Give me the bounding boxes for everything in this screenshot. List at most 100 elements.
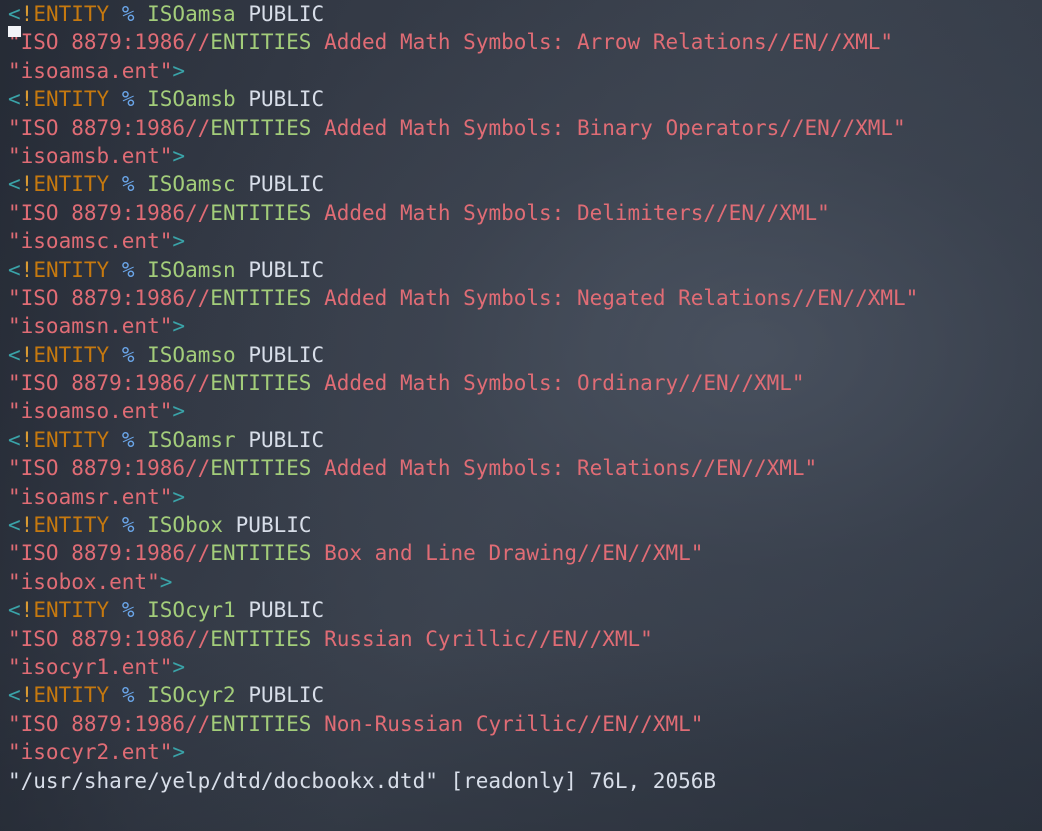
- system-identifier-line: "isobox.ent">: [8, 568, 1042, 596]
- entity-keyword-token: ENTITY: [33, 257, 110, 282]
- bang-token: !: [20, 2, 34, 26]
- percent-token: %: [121, 598, 135, 623]
- entity-name-token: ISOamsb: [147, 87, 236, 112]
- public-id-prefix: "ISO 8879:1986//: [8, 115, 211, 140]
- public-id-suffix: Added Math Symbols: Negated Relations//E…: [311, 285, 919, 310]
- system-id-token: "isoamso.ent": [8, 399, 173, 424]
- public-identifier-line: "ISO 8879:1986//ENTITIES Added Math Symb…: [8, 284, 1042, 312]
- public-identifier-line: "ISO 8879:1986//ENTITIES Non-Russian Cyr…: [8, 710, 1042, 738]
- public-identifier-line: "ISO 8879:1986//ENTITIES Russian Cyrilli…: [8, 625, 1042, 653]
- open-angle-token: <: [8, 172, 21, 197]
- status-line: "/usr/share/yelp/dtd/docbookx.dtd" [read…: [8, 767, 1042, 795]
- close-angle-token: >: [172, 654, 186, 679]
- public-keyword-token: PUBLIC: [235, 513, 312, 538]
- system-id-token: "isocyr2.ent": [8, 740, 173, 765]
- percent-token: %: [121, 87, 135, 112]
- close-angle-token: >: [172, 399, 186, 424]
- close-angle-token: >: [172, 484, 186, 509]
- system-identifier-line: "isoamso.ent">: [8, 397, 1042, 425]
- public-keyword-token: PUBLIC: [248, 172, 325, 197]
- open-angle-token: <: [8, 598, 21, 623]
- entity-name-token: ISOamsa: [147, 2, 236, 26]
- entity-keyword-token: ENTITY: [33, 172, 110, 197]
- public-id-entities-token: ENTITIES: [210, 711, 312, 736]
- entity-keyword-token: ENTITY: [33, 427, 110, 452]
- system-id-token: "isocyr1.ent": [8, 654, 173, 679]
- close-angle-token: >: [172, 58, 186, 83]
- bang-token: !: [20, 257, 34, 282]
- entity-name-token: ISOcyr2: [147, 683, 236, 708]
- public-id-entities-token: ENTITIES: [210, 541, 312, 566]
- public-keyword-token: PUBLIC: [248, 257, 325, 282]
- public-id-suffix: Added Math Symbols: Binary Operators//EN…: [311, 115, 906, 140]
- public-id-entities-token: ENTITIES: [210, 200, 312, 225]
- close-angle-token: >: [159, 569, 173, 594]
- public-id-entities-token: ENTITIES: [210, 115, 312, 140]
- system-id-token: "isoamsn.ent": [8, 314, 173, 339]
- entity-name-token: ISOamsn: [147, 257, 236, 282]
- close-angle-token: >: [172, 740, 186, 765]
- public-id-suffix: Added Math Symbols: Arrow Relations//EN/…: [311, 30, 894, 55]
- public-id-suffix: Box and Line Drawing//EN//XML": [311, 541, 704, 566]
- bang-token: !: [20, 427, 34, 452]
- bang-token: !: [20, 342, 34, 367]
- status-line-text: "/usr/share/yelp/dtd/docbookx.dtd" [read…: [8, 768, 717, 793]
- public-id-suffix: Russian Cyrillic//EN//XML": [311, 626, 653, 651]
- public-id-entities-token: ENTITIES: [210, 371, 312, 396]
- entity-name-token: ISOamsc: [147, 172, 236, 197]
- entity-declaration-line: <!ENTITY % ISOamso PUBLIC: [8, 341, 1042, 369]
- entity-declaration-line: <!ENTITY % ISOamsr PUBLIC: [8, 426, 1042, 454]
- entity-declaration-line: <!ENTITY % ISObox PUBLIC: [8, 511, 1042, 539]
- public-id-entities-token: ENTITIES: [210, 30, 312, 55]
- entity-name-token: ISOamsr: [147, 427, 236, 452]
- public-id-prefix: "ISO 8879:1986//: [8, 371, 211, 396]
- public-keyword-token: PUBLIC: [248, 342, 325, 367]
- percent-token: %: [121, 257, 135, 282]
- percent-token: %: [121, 172, 135, 197]
- system-identifier-line: "isoamsb.ent">: [8, 142, 1042, 170]
- public-id-entities-token: ENTITIES: [210, 626, 312, 651]
- percent-token: %: [121, 427, 135, 452]
- entity-keyword-token: ENTITY: [33, 2, 110, 26]
- public-id-prefix: "ISO 8879:1986//: [8, 200, 211, 225]
- editor-text-area[interactable]: <!ENTITY % ISOamsa PUBLIC "ISO 8879:1986/…: [8, 0, 1042, 831]
- entity-declaration-line: <!ENTITY % ISOamsb PUBLIC: [8, 85, 1042, 113]
- public-identifier-line: "ISO 8879:1986//ENTITIES Box and Line Dr…: [8, 539, 1042, 567]
- public-keyword-token: PUBLIC: [248, 683, 325, 708]
- public-keyword-token: PUBLIC: [248, 87, 325, 112]
- bang-token: !: [20, 683, 34, 708]
- open-angle-token: <: [8, 427, 21, 452]
- entity-keyword-token: ENTITY: [33, 342, 110, 367]
- system-identifier-line: "isocyr2.ent">: [8, 738, 1042, 766]
- entity-keyword-token: ENTITY: [33, 598, 110, 623]
- open-angle-token: <: [8, 513, 21, 538]
- percent-token: %: [121, 683, 135, 708]
- entity-keyword-token: ENTITY: [33, 87, 110, 112]
- public-identifier-line: "ISO 8879:1986//ENTITIES Added Math Symb…: [8, 369, 1042, 397]
- system-identifier-line: "isocyr1.ent">: [8, 653, 1042, 681]
- public-id-prefix: "ISO 8879:1986//: [8, 541, 211, 566]
- system-id-token: "isoamsb.ent": [8, 143, 173, 168]
- terminal-window[interactable]: <!ENTITY % ISOamsa PUBLIC "ISO 8879:1986/…: [0, 0, 1042, 831]
- system-id-token: "isoamsr.ent": [8, 484, 173, 509]
- public-id-entities-token: ENTITIES: [210, 456, 312, 481]
